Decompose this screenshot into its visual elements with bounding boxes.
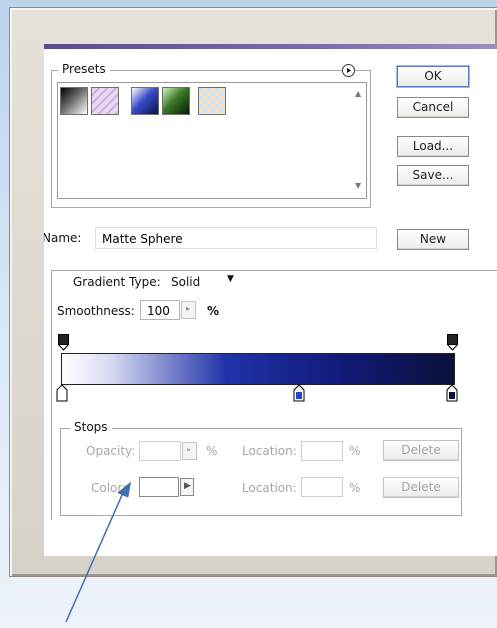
annotation-arrow-icon (65, 481, 132, 623)
